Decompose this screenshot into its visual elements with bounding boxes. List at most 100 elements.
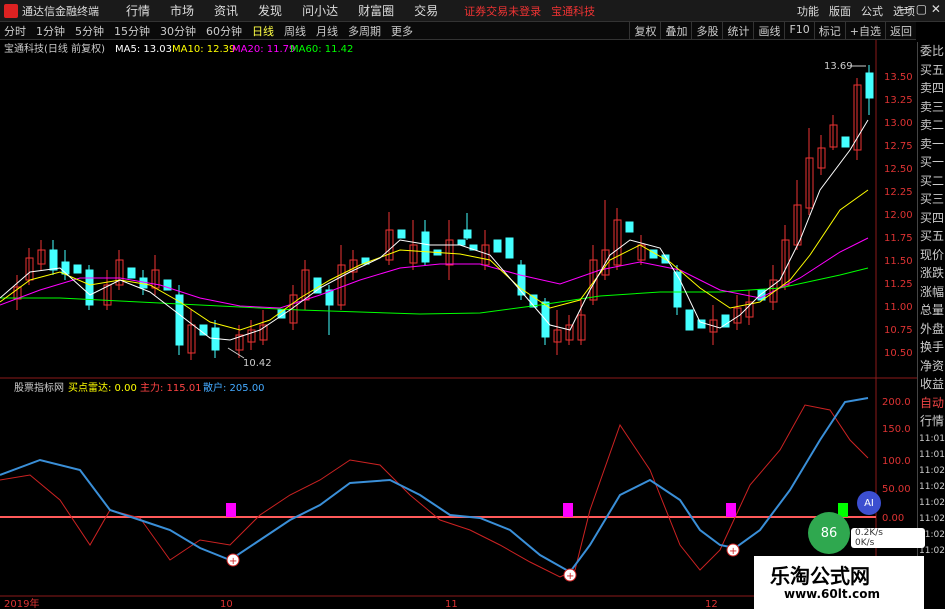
price-tick: 12.50 <box>884 164 913 175</box>
price-tick: 13.00 <box>884 118 913 129</box>
side-clock: 11:02 <box>919 481 945 492</box>
speed-up: 0.2K/s <box>855 528 883 538</box>
menu-discover[interactable]: 发现 <box>258 2 282 19</box>
period-60min[interactable]: 60分钟 <box>206 23 242 39</box>
score-badge[interactable]: 86 <box>808 512 850 554</box>
period-more[interactable]: 更多 <box>391 23 413 39</box>
period-30min[interactable]: 30分钟 <box>160 23 196 39</box>
indicator-axis: 200.0 150.0 100.0 50.00 0.00 <box>882 397 911 524</box>
btn-overlay[interactable]: 叠加 <box>660 22 691 39</box>
speed-down: 0K/s <box>855 538 875 548</box>
period-15min[interactable]: 15分钟 <box>114 23 150 39</box>
menu-quotes[interactable]: 行情 <box>126 2 150 19</box>
watermark: 乐淘公式网 www.60lt.com <box>754 556 924 609</box>
period-monthly[interactable]: 月线 <box>316 23 338 39</box>
ma60-label: MA60: 11.42 <box>290 44 353 55</box>
menu-layout[interactable]: 版面 <box>829 3 851 19</box>
main-title: 宝通科技(日线 前复权) <box>4 42 105 55</box>
side-item: 卖二 <box>919 118 944 132</box>
app-logo: 通达信金融终端 <box>0 3 106 19</box>
menu-function[interactable]: 功能 <box>797 3 819 19</box>
time-axis: 2019年 10 11 12 <box>4 597 718 609</box>
menu-market[interactable]: 市场 <box>170 2 194 19</box>
side-item: 换手 <box>919 340 944 354</box>
price-tick: 10.50 <box>884 348 913 359</box>
svg-text:+: + <box>729 546 737 557</box>
price-tick: 12.25 <box>884 187 913 198</box>
btn-multi-stock[interactable]: 多股 <box>691 22 722 39</box>
login-status[interactable]: 证券交易未登录 <box>464 3 541 19</box>
time-tick: 12 <box>705 599 718 609</box>
side-item: 现价 <box>919 247 944 262</box>
period-multi[interactable]: 多周期 <box>348 23 381 39</box>
side-item: 总量 <box>919 303 944 317</box>
candlesticks <box>13 65 874 360</box>
price-tick: 11.50 <box>884 256 913 267</box>
btn-draw[interactable]: 画线 <box>753 22 784 39</box>
period-daily[interactable]: 日线 <box>252 23 274 39</box>
btn-adjust[interactable]: 复权 <box>629 22 660 39</box>
side-item: 涨跌 <box>919 266 944 280</box>
side-item: 涨幅 <box>919 284 944 299</box>
menu-trade[interactable]: 交易 <box>414 2 438 19</box>
menu-ask[interactable]: 问小达 <box>302 2 338 19</box>
side-item: 买五 <box>919 229 944 243</box>
indicator-tick: 150.0 <box>882 424 911 435</box>
btn-back[interactable]: 返回 <box>885 22 916 39</box>
side-clock: 11:02 <box>919 513 945 524</box>
period-tick[interactable]: 分时 <box>4 23 26 39</box>
price-tick: 11.00 <box>884 302 913 313</box>
period-weekly[interactable]: 周线 <box>284 23 306 39</box>
watermark-url: www.60lt.com <box>784 587 881 601</box>
annotation-high: 13.69 <box>824 61 853 72</box>
menu-wealth[interactable]: 财富圈 <box>358 2 394 19</box>
btn-add-favorite[interactable]: +自选 <box>844 22 885 39</box>
indicator-tick: 50.00 <box>882 484 911 495</box>
btn-stats[interactable]: 统计 <box>722 22 753 39</box>
network-speed: 0.2K/s 0K/s <box>851 528 925 548</box>
side-item: 净资 <box>919 358 944 373</box>
watermark-title: 乐淘公式网 <box>770 564 870 588</box>
side-item: 买三 <box>919 192 944 206</box>
side-item: 买四 <box>919 210 944 225</box>
quote-side-panel: 委比 买五 卖四 卖三 卖二 卖一 买一 买二 买三 买四 买五 现价 涨跌 涨… <box>917 42 945 609</box>
window-controls-icon[interactable]: — ▢ ✕ <box>900 2 941 16</box>
svg-text:+: + <box>229 556 237 567</box>
time-tick: 11 <box>445 599 458 609</box>
chart-area[interactable]: 宝通科技(日线 前复权) MA5: 13.03 MA10: 12.39 MA20… <box>0 40 917 609</box>
period-5min[interactable]: 5分钟 <box>75 23 104 39</box>
ai-assistant-button[interactable]: AI <box>857 491 881 515</box>
indicator-tick: 100.0 <box>882 456 911 467</box>
time-tick: 10 <box>220 599 233 609</box>
side-item: 外盘 <box>919 321 944 336</box>
side-item: 收益 <box>919 377 944 391</box>
app-title: 通达信金融终端 <box>22 4 99 18</box>
period-1min[interactable]: 1分钟 <box>36 23 65 39</box>
price-axis: 13.50 13.25 13.00 12.75 12.50 12.25 12.0… <box>884 72 913 359</box>
indicator-main: 主力: 115.01 <box>140 381 202 394</box>
btn-mark[interactable]: 标记 <box>813 22 845 39</box>
side-clock: 11:02 <box>919 497 945 508</box>
side-clock: 11:01 <box>919 433 945 444</box>
side-item: 卖一 <box>919 136 944 151</box>
menu-bar: 通达信金融终端 行情 市场 资讯 发现 问小达 财富圈 交易 证券交易未登录 宝… <box>0 0 945 22</box>
time-tick: 2019年 <box>4 597 39 609</box>
side-item: 买五 <box>919 62 944 77</box>
price-tick: 13.50 <box>884 72 913 83</box>
menu-formula[interactable]: 公式 <box>861 3 883 19</box>
side-auto[interactable]: 自动 <box>918 394 945 413</box>
indicator-tick: 0.00 <box>882 513 904 524</box>
side-item[interactable]: 委比 <box>918 42 945 61</box>
ma5-line <box>0 119 869 341</box>
ma10-label: MA10: 12.39 <box>172 44 235 55</box>
menu-news[interactable]: 资讯 <box>214 2 238 19</box>
period-toolbar: 分时 1分钟 5分钟 15分钟 30分钟 60分钟 日线 周线 月线 多周期 更… <box>0 22 916 40</box>
price-tick: 12.75 <box>884 141 913 152</box>
annotation-low: 10.42 <box>243 358 272 369</box>
ma5-label: MA5: 13.03 <box>115 44 172 55</box>
app-logo-icon <box>4 3 18 18</box>
price-tick: 11.75 <box>884 233 913 244</box>
ma10-line <box>0 189 869 331</box>
btn-f10[interactable]: F10 <box>784 22 813 39</box>
side-quote[interactable]: 行情 <box>918 412 945 431</box>
